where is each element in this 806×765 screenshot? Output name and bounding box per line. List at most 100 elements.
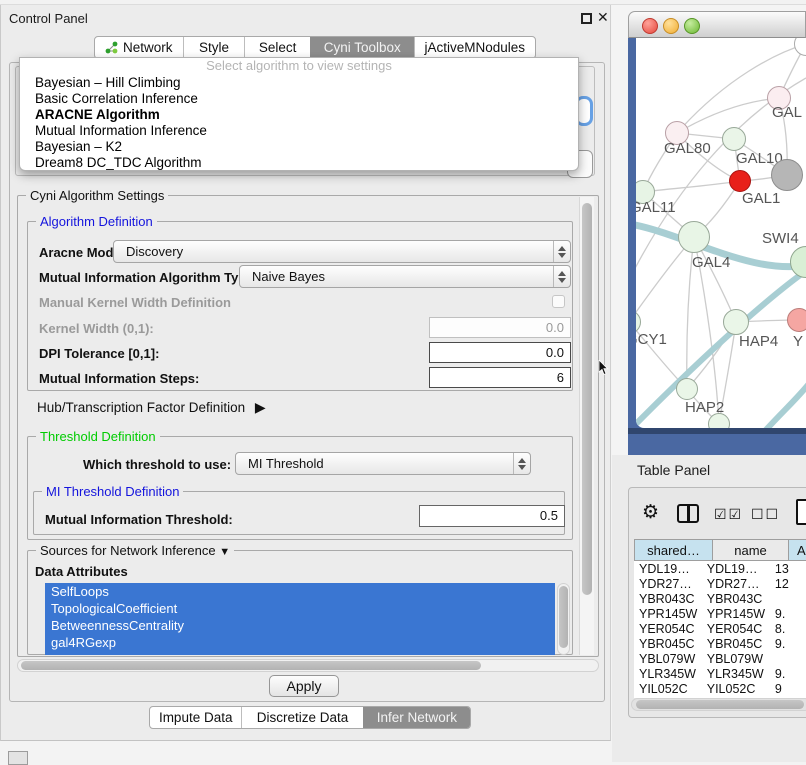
mi-steps-field[interactable]: 6: [429, 367, 571, 388]
column-header-name[interactable]: name: [713, 539, 789, 561]
table-panel-title: Table Panel: [637, 462, 710, 478]
mi-threshold-label: Mutual Information Threshold:: [45, 512, 233, 527]
node-label-y: Y: [793, 333, 803, 350]
zoom-traffic-light-icon[interactable]: [684, 18, 700, 34]
algorithm-dropdown-list: Bayesian – Hill ClimbingBasic Correlatio…: [20, 75, 578, 171]
algorithm-definition-title: Algorithm Definition: [36, 214, 157, 229]
attribute-item-selfloops[interactable]: SelfLoops: [45, 583, 555, 600]
dpi-tolerance-label: DPI Tolerance [0,1]:: [39, 346, 159, 361]
attributes-scrollbar[interactable]: [557, 583, 570, 655]
sources-title-text: Sources for Network Inference: [40, 543, 216, 558]
network-canvas[interactable]: GALGAL80GAL10GAL1GAL11SWI4GAL4GCY1HAP4YH…: [636, 38, 806, 428]
table-row[interactable]: YBL079WYBL079W: [634, 651, 806, 666]
attribute-item-gal4rgexp[interactable]: gal4RGexp: [45, 634, 555, 651]
tab-label: Network: [123, 40, 173, 55]
node-label-gal80: GAL80: [664, 140, 711, 157]
tab-label: jActiveMNodules: [425, 40, 526, 55]
expand-right-icon[interactable]: ▶: [255, 399, 266, 415]
table-row[interactable]: YBR045CYBR045C9.: [634, 636, 806, 651]
network-node-y[interactable]: [787, 308, 806, 332]
table-row[interactable]: YER054CYER054C8.: [634, 621, 806, 636]
which-threshold-combo[interactable]: MI Threshold: [235, 452, 531, 475]
table-cell: YDR27…: [702, 577, 767, 591]
float-window-button[interactable]: [581, 13, 592, 24]
hub-definition-toggle[interactable]: Hub/Transcription Factor Definition ▶: [37, 399, 266, 416]
network-window-titlebar[interactable]: [628, 11, 806, 38]
table-cell: 9.: [767, 667, 806, 681]
tab-infer-network[interactable]: Infer Network: [363, 707, 470, 728]
tab-label: Cyni Toolbox: [324, 40, 401, 55]
algorithm-dropdown-prompt: Select algorithm to view settings: [20, 58, 578, 75]
column-header-shared[interactable]: shared…: [634, 539, 713, 561]
deselect-all-columns-icon[interactable]: ☐☐: [751, 506, 780, 523]
table-hscrollbar[interactable]: [631, 698, 806, 711]
network-node-gal1[interactable]: [729, 170, 751, 192]
sources-title[interactable]: Sources for Network Inference ▼: [36, 543, 234, 558]
combo-stepper-icon: [513, 453, 530, 474]
algorithm-option-mutual-information-inference[interactable]: Mutual Information Inference: [20, 123, 578, 139]
table-row[interactable]: YBR043CYBR043C: [634, 591, 806, 606]
algorithm-option-bayesian-hill-climbing[interactable]: Bayesian – Hill Climbing: [20, 75, 578, 91]
settings-hscrollbar[interactable]: [17, 659, 599, 672]
table-cell: YDL19…: [702, 562, 767, 576]
network-node-gal10[interactable]: [722, 127, 746, 151]
tab-impute-data[interactable]: Impute Data: [150, 707, 241, 728]
network-icon: [105, 41, 118, 54]
apply-button[interactable]: Apply: [269, 675, 339, 697]
settings-scrollbar[interactable]: [579, 197, 594, 655]
columns-icon[interactable]: [677, 504, 699, 523]
mi-type-value: Naive Bayes: [240, 269, 553, 284]
mi-steps-label: Mutual Information Steps:: [39, 371, 199, 386]
node-label-gcy1: GCY1: [636, 331, 667, 348]
table-row[interactable]: YPR145WYPR145W9.: [634, 606, 806, 621]
algorithm-option-dream8-dc-tdc-algorithm[interactable]: Dream8 DC_TDC Algorithm: [20, 155, 578, 171]
manual-kernel-checkbox[interactable]: [552, 295, 565, 308]
data-attributes-label: Data Attributes: [35, 564, 128, 579]
table-cell: YPR145W: [634, 607, 702, 621]
cyni-algorithm-settings-title: Cyni Algorithm Settings: [26, 188, 168, 203]
attribute-item-topologicalcoefficient[interactable]: TopologicalCoefficient: [45, 600, 555, 617]
network-node[interactable]: [771, 159, 803, 191]
table-cell: 9.: [767, 607, 806, 621]
select-all-columns-icon[interactable]: ☑☑: [714, 506, 743, 523]
network-node-hap2[interactable]: [676, 378, 698, 400]
table-row[interactable]: YLR345WYLR345W9.: [634, 666, 806, 681]
algorithm-option-bayesian-k2[interactable]: Bayesian – K2: [20, 139, 578, 155]
minimize-traffic-light-icon[interactable]: [663, 18, 679, 34]
minimized-panel-icon[interactable]: [8, 751, 28, 765]
close-traffic-light-icon[interactable]: [642, 18, 658, 34]
attribute-item-betweennesscentrality[interactable]: BetweennessCentrality: [45, 617, 555, 634]
network-frame-shadow: [628, 428, 806, 434]
tab-cyni-toolbox[interactable]: Cyni Toolbox: [310, 37, 414, 58]
tab-select[interactable]: Select: [244, 37, 310, 58]
algorithm-option-basic-correlation-inference[interactable]: Basic Correlation Inference: [20, 91, 578, 107]
node-label-gal: GAL: [772, 104, 802, 121]
gear-icon[interactable]: ⚙: [642, 501, 659, 524]
table-cell: 8.: [767, 622, 806, 636]
kernel-width-field[interactable]: 0.0: [429, 317, 571, 338]
export-table-icon[interactable]: [796, 499, 806, 525]
table-row[interactable]: YDL19…YDL19…13: [634, 561, 806, 576]
tab-network[interactable]: Network: [95, 37, 183, 58]
aracne-mode-value: Discovery: [114, 244, 553, 259]
tab-discretize-data[interactable]: Discretize Data: [241, 707, 362, 728]
table-cell: YBL079W: [634, 652, 702, 666]
tab-style[interactable]: Style: [183, 37, 245, 58]
close-window-button[interactable]: ✕: [597, 9, 609, 26]
network-node-hap4[interactable]: [723, 309, 749, 335]
network-node[interactable]: [708, 413, 730, 428]
aracne-mode-combo[interactable]: Discovery: [113, 240, 571, 263]
tab-label: Style: [199, 40, 229, 55]
tab-jactivemnodules[interactable]: jActiveMNodules: [414, 37, 535, 58]
screen: { "colors": { "selection_blue": "#3a76d2…: [0, 0, 806, 762]
column-header-a[interactable]: A: [789, 539, 806, 561]
dpi-tolerance-field[interactable]: 0.0: [429, 342, 571, 363]
algorithm-option-aracne-algorithm[interactable]: ARACNE Algorithm: [20, 107, 578, 123]
mi-threshold-field[interactable]: 0.5: [419, 505, 565, 527]
mi-type-label: Mutual Information Algorithm Type:: [39, 270, 258, 285]
network-node-gal4[interactable]: [678, 221, 710, 253]
mi-type-combo[interactable]: Naive Bayes: [239, 265, 571, 288]
table-row[interactable]: YDR27…YDR27…12: [634, 576, 806, 591]
table-row[interactable]: YIL052CYIL052C9: [634, 681, 806, 696]
collapse-down-icon[interactable]: ▼: [219, 546, 230, 558]
